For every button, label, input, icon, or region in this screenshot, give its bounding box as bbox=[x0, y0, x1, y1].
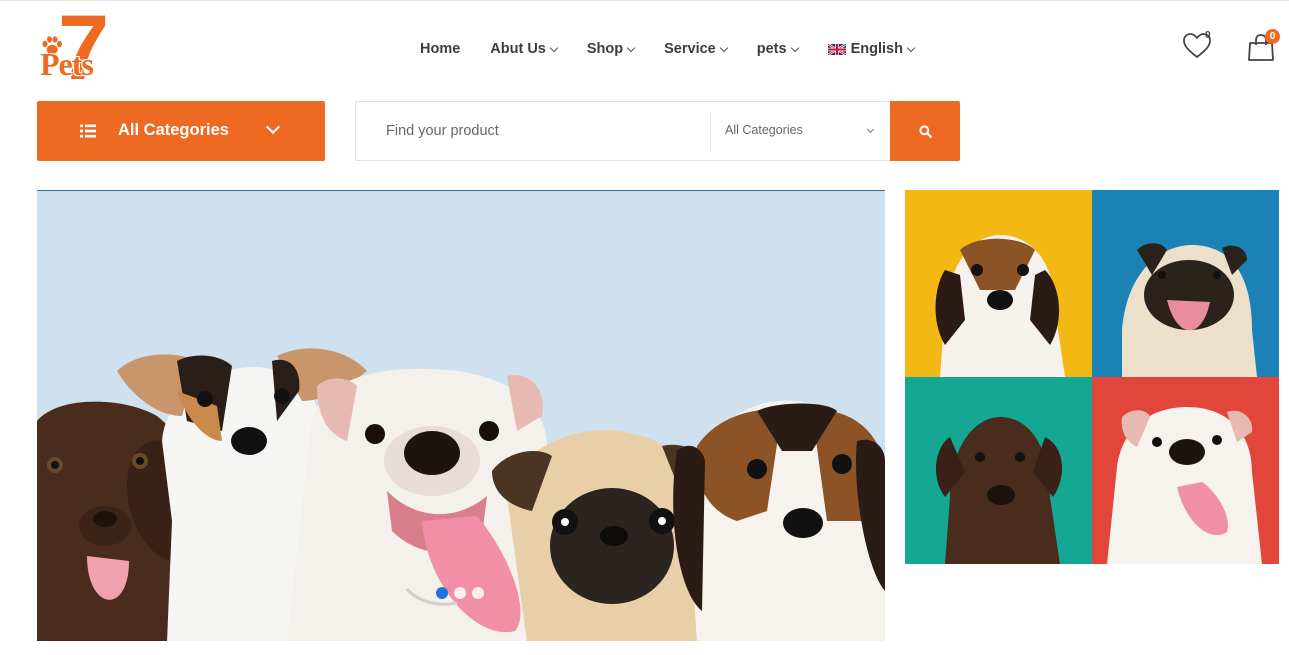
chevron-down-icon bbox=[719, 43, 728, 53]
banner-tile-beagle bbox=[905, 190, 1092, 377]
chevron-down-icon bbox=[626, 43, 636, 53]
search-category-select[interactable]: All Categories bbox=[725, 123, 880, 141]
chevron-down-icon bbox=[790, 43, 799, 53]
nav-item-label: Service bbox=[664, 41, 716, 57]
search-category-value: All Categories bbox=[725, 123, 803, 137]
wishlist-count: 0 bbox=[1205, 30, 1211, 41]
pug-puppy-image bbox=[1122, 243, 1257, 377]
search-icon bbox=[919, 125, 932, 138]
search-divider bbox=[710, 113, 711, 151]
nav-item-shop[interactable]: Shop bbox=[586, 41, 636, 57]
slider-dot[interactable] bbox=[436, 587, 448, 599]
search-button[interactable] bbox=[890, 101, 960, 161]
chevron-down-icon bbox=[866, 125, 875, 134]
main-nav: Home Abut Us Shop Service pets English bbox=[420, 38, 944, 60]
all-categories-button[interactable]: All Categories bbox=[37, 101, 325, 161]
nav-item-service[interactable]: Service bbox=[664, 41, 728, 57]
search-input[interactable] bbox=[357, 103, 709, 159]
language-label: English bbox=[850, 41, 903, 57]
nav-item-label: Home bbox=[420, 41, 461, 57]
side-banner[interactable] bbox=[905, 190, 1279, 564]
puppies-banner-image bbox=[37, 348, 885, 641]
cart-count: 0 bbox=[1265, 29, 1280, 44]
uk-flag-icon bbox=[827, 43, 846, 55]
beagle-puppy bbox=[673, 400, 885, 641]
nav-item-pets[interactable]: pets bbox=[756, 41, 799, 57]
bulldog-puppy-image bbox=[1107, 407, 1262, 564]
banner-tile-labrador bbox=[905, 377, 1092, 564]
chevron-down-icon bbox=[906, 43, 916, 53]
list-icon bbox=[80, 124, 96, 138]
nav-item-label: Abut Us bbox=[490, 41, 546, 57]
nav-item-home[interactable]: Home bbox=[420, 41, 460, 57]
all-categories-label: All Categories bbox=[118, 121, 229, 139]
nav-item-label: pets bbox=[756, 41, 787, 57]
chocolate-puppy-image bbox=[935, 417, 1063, 564]
chevron-down-icon bbox=[549, 43, 559, 53]
search-form: All Categories bbox=[355, 101, 890, 161]
nav-item-label: Shop bbox=[586, 41, 624, 57]
banner-tile-pug bbox=[1092, 190, 1279, 377]
banner-tile-bulldog bbox=[1092, 377, 1279, 564]
logo-word: Pets bbox=[40, 46, 94, 82]
slider-pagination bbox=[436, 587, 490, 599]
language-switcher[interactable]: English bbox=[827, 41, 916, 57]
nav-item-about[interactable]: Abut Us bbox=[490, 41, 559, 57]
header-top-border bbox=[0, 0, 1289, 1]
wishlist-button[interactable]: 0 bbox=[1182, 30, 1214, 62]
hero-slider[interactable] bbox=[37, 190, 885, 641]
beagle-puppy-image bbox=[935, 235, 1065, 377]
site-logo[interactable]: 7 Pets bbox=[38, 2, 118, 94]
slider-dot[interactable] bbox=[472, 587, 484, 599]
bulldog-puppy bbox=[287, 368, 547, 641]
chevron-down-icon bbox=[265, 119, 281, 135]
slider-dot[interactable] bbox=[454, 587, 466, 599]
cart-button[interactable]: 0 bbox=[1246, 29, 1282, 63]
